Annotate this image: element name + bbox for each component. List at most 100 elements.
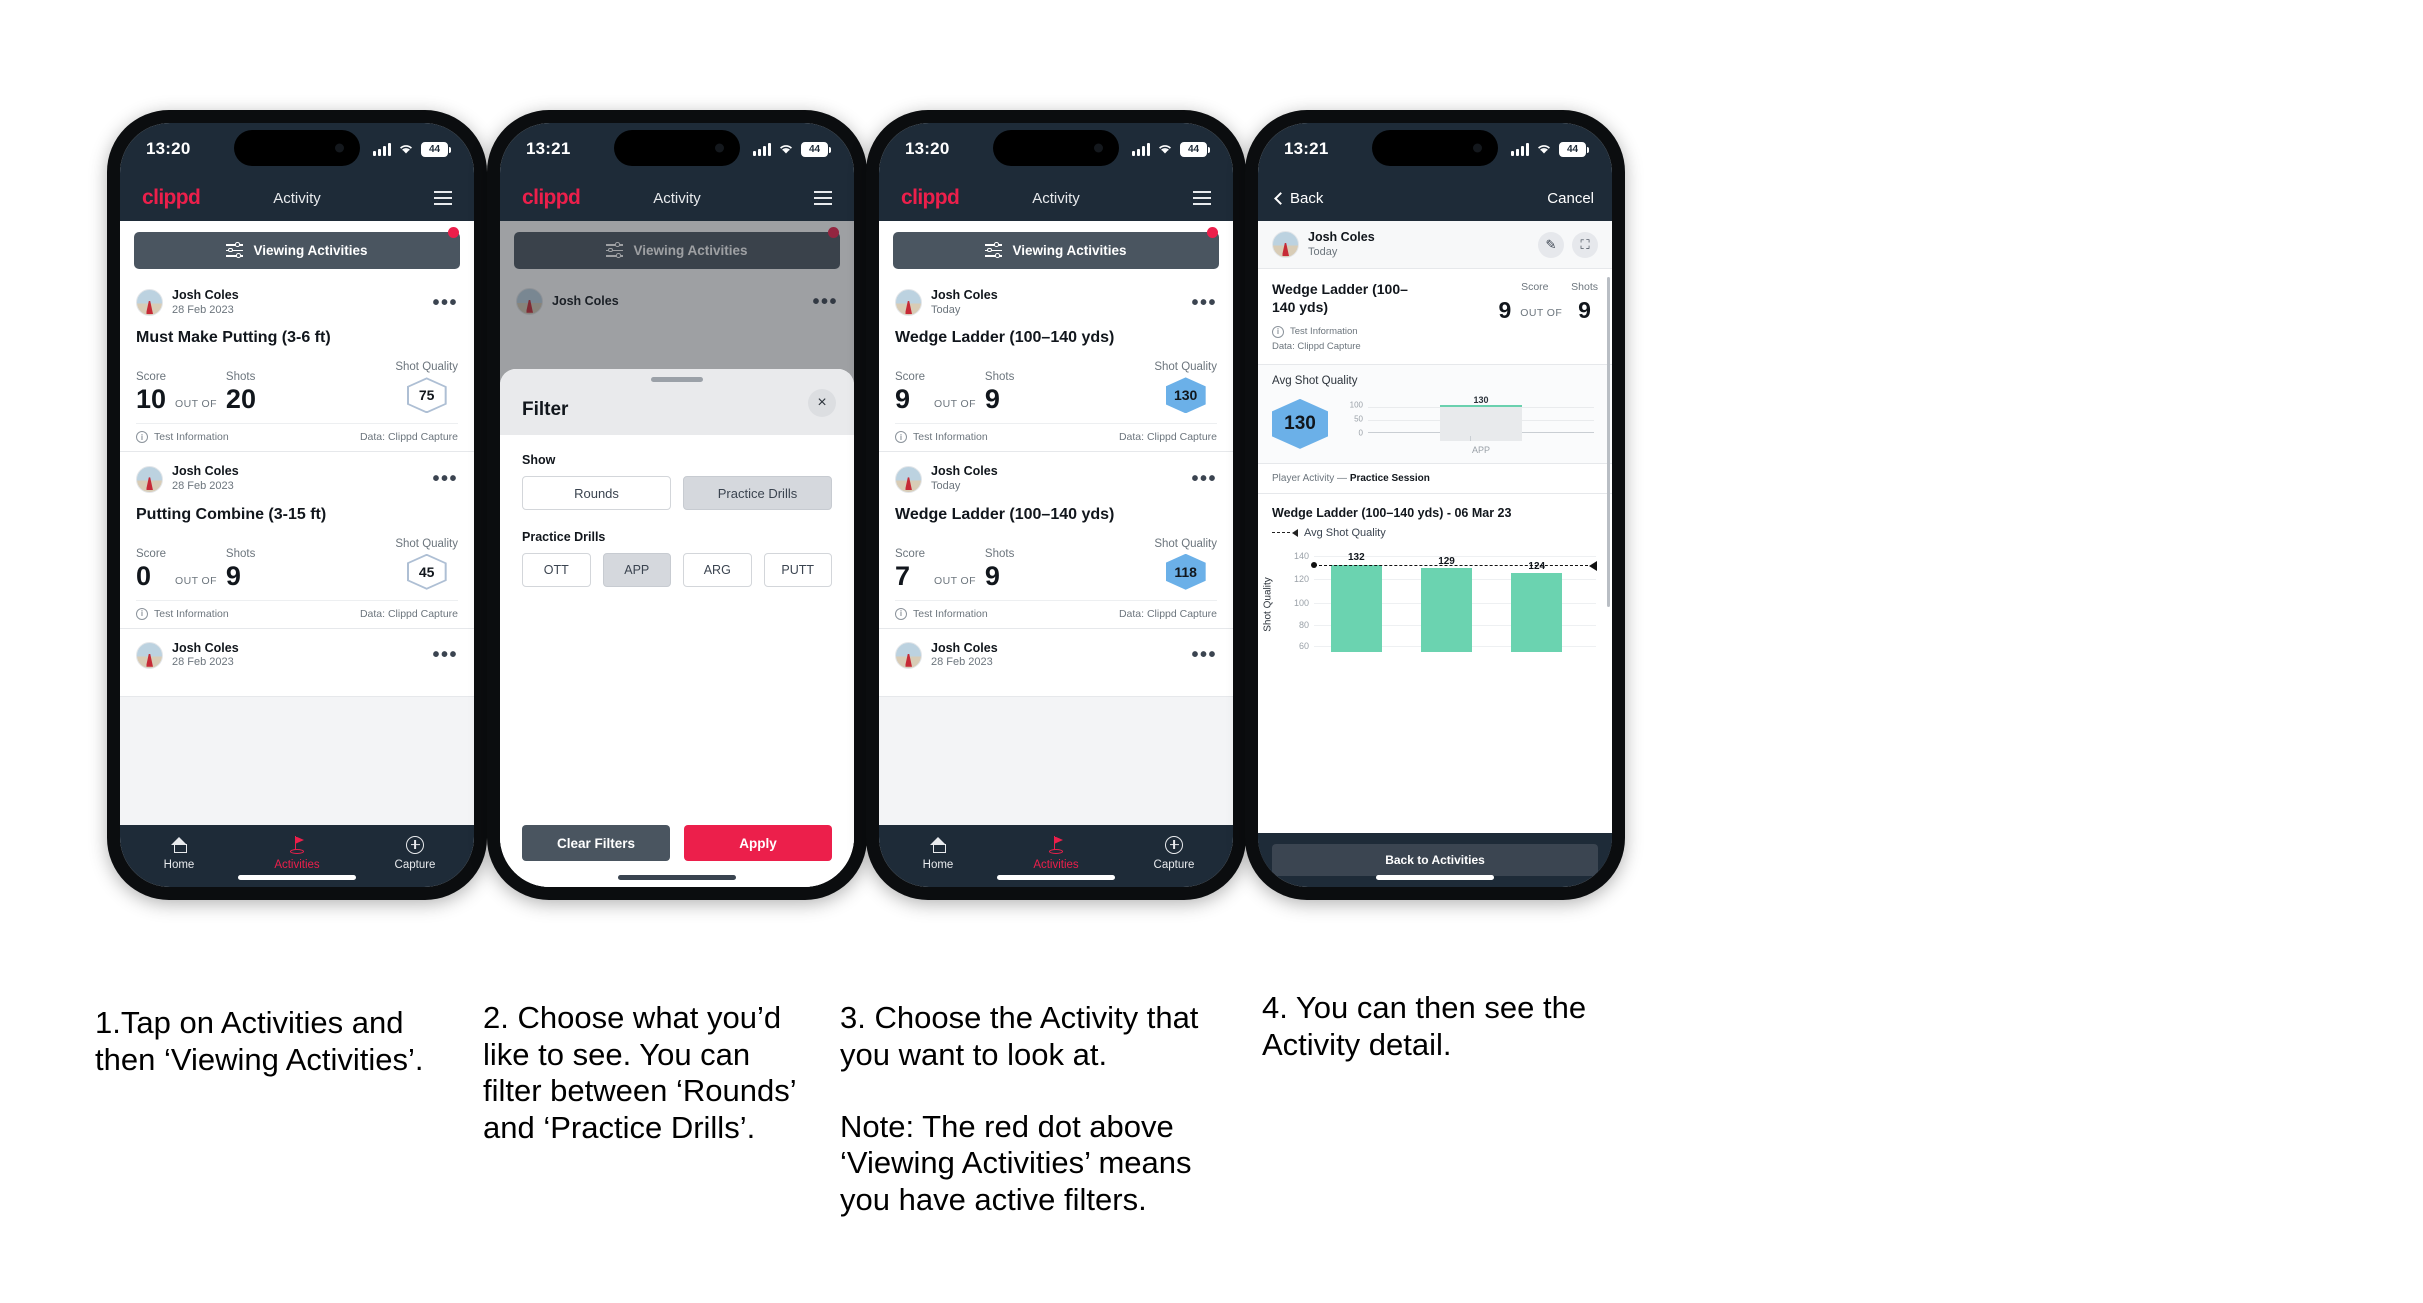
clippd-logo[interactable]: clippd [901,186,960,210]
shot-quality-badge: 118 [1165,553,1206,590]
tab-bar: Home Activities Capture [120,825,474,887]
clippd-logo[interactable]: clippd [522,186,581,210]
detail-summary: Wedge Ladder (100–140 yds) i Test Informa… [1258,269,1612,365]
score-stat: Score 7 [895,548,925,590]
shot-quality-label: Shot Quality [395,361,458,374]
phone-1-screen: 13:20 44 clippd Activity Viewing Activit… [120,123,474,887]
shot-quality-value: 45 [408,555,445,588]
more-options-icon[interactable]: ••• [432,645,458,665]
page-title: Activity [1032,189,1080,207]
activity-date: 28 Feb 2023 [172,656,234,669]
card-footer: i Test Information Data: Clippd Capture [895,423,1217,451]
shot-quality-chart-section: Wedge Ladder (100–140 yds) - 06 Mar 23 A… [1258,493,1612,658]
filter-option-practice-drills[interactable]: Practice Drills [683,476,832,510]
clear-filters-button[interactable]: Clear Filters [522,825,670,861]
menu-icon[interactable] [434,191,452,205]
mini-bar-cap [1440,405,1522,408]
filter-option-arg[interactable]: ARG [683,553,752,587]
activity-card[interactable]: Josh Coles 28 Feb 2023 ••• Putting Combi… [120,452,474,629]
menu-icon[interactable] [814,191,832,205]
pencil-icon[interactable]: ✎ [1538,231,1564,258]
score-label: Score [136,371,167,384]
test-information-label[interactable]: Test Information [913,431,988,443]
tab-home[interactable]: Home [120,834,238,871]
score-label: Score [1521,281,1549,294]
mini-bar-value: 130 [1473,394,1489,405]
more-options-icon[interactable]: ••• [1191,293,1217,313]
shots-label: Shots [984,547,1015,560]
caption-4-line-1: 4. You can then see the Activity detail. [1262,990,1587,1062]
back-to-activities-button[interactable]: Back to Activities [1272,844,1598,876]
clippd-logo[interactable]: clippd [142,186,201,210]
filter-option-putt[interactable]: PUTT [763,553,832,587]
info-icon: i [895,607,907,620]
tab-activities[interactable]: Activities [997,834,1115,871]
menu-icon[interactable] [1193,191,1211,205]
tab-activities[interactable]: Activities [238,834,356,871]
test-information-label[interactable]: Test Information [154,608,229,620]
shots-stat: Shots 9 [226,548,255,590]
back-button[interactable]: Back [1274,190,1323,207]
test-information-label[interactable]: Test Information [1290,326,1358,337]
status-indicators: 44 [1511,141,1589,157]
detail-score: Score 9 OUT OF [1498,281,1571,322]
drag-handle[interactable] [651,377,703,382]
score-value: 7 [895,560,911,591]
avg-shot-quality-panel: Avg Shot Quality 130 100 50 0 130 APP [1258,364,1612,464]
activity-card[interactable]: Josh Coles 28 Feb 2023 ••• [879,628,1233,698]
app-nav: clippd Activity [500,175,854,221]
tab-capture[interactable]: Capture [356,834,474,871]
battery-icon: 44 [1559,141,1589,157]
app-nav: clippd Activity [120,175,474,221]
expand-icon[interactable]: ⛶ [1572,231,1598,258]
avg-shot-quality-badge: 130 [1272,398,1328,449]
wifi-icon [1158,145,1172,154]
test-information-label[interactable]: Test Information [154,431,229,443]
shots-stat: Shots 9 [985,371,1014,413]
chart-title: Wedge Ladder (100–140 yds) - 06 Mar 23 [1272,505,1512,520]
scrollbar-thumb[interactable] [1607,277,1610,607]
plus-circle-icon [406,835,424,854]
tab-home[interactable]: Home [879,834,997,871]
more-options-icon[interactable]: ••• [432,469,458,489]
filter-option-app[interactable]: APP [602,553,671,587]
card-header: Josh Coles 28 Feb 2023 ••• [136,464,458,493]
status-bar: 13:20 44 [120,123,474,175]
status-bar: 13:21 44 [1258,123,1612,175]
test-information-label[interactable]: Test Information [913,608,988,620]
tab-capture[interactable]: Capture [1115,834,1233,871]
score-label: Score [895,547,926,560]
app-nav: clippd Activity [879,175,1233,221]
mini-bar-app [1440,407,1522,441]
shots-stat: Shots 20 [226,371,256,413]
chart-legend: Avg Shot Quality [1272,527,1598,539]
activity-card[interactable]: Josh Coles 28 Feb 2023 ••• [120,628,474,698]
camera-icon [335,143,344,153]
activity-card[interactable]: Josh Coles 28 Feb 2023 ••• Must Make Put… [120,276,474,453]
avg-shot-quality-value: 130 [1284,412,1316,434]
activity-card[interactable]: Josh Coles Today ••• Wedge Ladder (100–1… [879,452,1233,629]
more-options-icon[interactable]: ••• [1191,469,1217,489]
close-icon[interactable]: × [808,389,836,417]
filter-option-ott[interactable]: OTT [522,553,591,587]
chart-ylabel: Shot Quality [1262,577,1274,633]
signal-icon [1511,142,1529,156]
viewing-activities-button[interactable]: Viewing Activities [134,232,460,269]
mini-chart-xlabel: APP [1471,444,1490,455]
activity-card[interactable]: Josh Coles Today ••• Wedge Ladder (100–1… [879,276,1233,453]
apply-button[interactable]: Apply [684,825,832,861]
out-of-label: OUT OF [934,574,976,587]
card-user: Josh Coles Today [931,464,998,493]
more-options-icon[interactable]: ••• [432,293,458,313]
card-footer: i Test Information Data: Clippd Capture [895,599,1217,628]
card-user: Josh Coles Today [931,288,998,317]
filter-option-rounds[interactable]: Rounds [522,476,671,510]
cancel-button[interactable]: Cancel [1547,190,1594,207]
viewing-activities-button[interactable]: Viewing Activities [893,232,1219,269]
bar-1 [1330,564,1382,652]
caption-3-line-2: Note: The red dot above ‘Viewing Activit… [840,1108,1192,1217]
home-icon [929,837,947,853]
more-options-icon[interactable]: ••• [1191,645,1217,665]
card-header: Josh Coles 28 Feb 2023 ••• [136,288,458,317]
status-time: 13:21 [1284,139,1329,158]
